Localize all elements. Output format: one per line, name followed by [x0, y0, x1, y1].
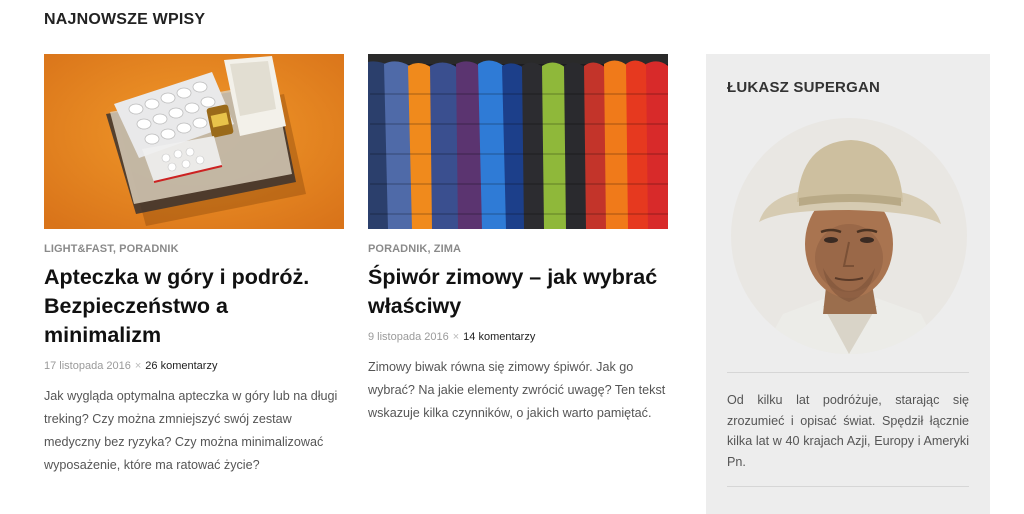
post-meta: 17 listopada 2016 × 26 komentarzy	[44, 360, 344, 372]
author-avatar	[731, 118, 967, 354]
author-bio: Od kilku lat podróżuje, starając się zro…	[727, 393, 969, 469]
meta-separator: ×	[452, 331, 460, 343]
sidebar-divider	[727, 372, 969, 373]
post-date: 9 listopada 2016	[368, 331, 449, 343]
post-excerpt: Jak wygląda optymalna apteczka w góry lu…	[44, 389, 338, 472]
down-jackets-image	[368, 54, 668, 229]
meta-separator: ×	[134, 360, 142, 372]
author-name: ŁUKASZ SUPERGAN	[727, 79, 881, 96]
post-card: LIGHT&FAST, PORADNIK Apteczka w góry i p…	[44, 54, 344, 477]
author-portrait-image	[731, 118, 967, 354]
post-thumbnail-link[interactable]	[44, 54, 344, 229]
post-title[interactable]: Śpiwór zimowy – jak wybrać właściwy	[368, 263, 668, 321]
first-aid-kit-image	[44, 54, 344, 229]
sidebar-divider	[727, 486, 969, 487]
post-date: 17 listopada 2016	[44, 360, 131, 372]
post-meta: 9 listopada 2016 × 14 komentarzy	[368, 331, 668, 343]
category-link[interactable]: PORADNIK	[119, 243, 178, 255]
section-title: NAJNOWSZE WPISY	[44, 11, 206, 28]
post-card: PORADNIK, ZIMA Śpiwór zimowy – jak wybra…	[368, 54, 668, 425]
comments-link[interactable]: 26 komentarzy	[145, 360, 217, 372]
category-link[interactable]: ZIMA	[434, 243, 461, 255]
post-title[interactable]: Apteczka w góry i podróż. Bezpieczeństwo…	[44, 263, 344, 350]
post-excerpt: Zimowy biwak równa się zimowy śpiwór. Ja…	[368, 360, 666, 420]
category-link[interactable]: PORADNIK	[368, 243, 427, 255]
comments-link[interactable]: 14 komentarzy	[463, 331, 535, 343]
author-sidebar: ŁUKASZ SUPERGAN Od kilku lat podróżuje, …	[706, 54, 990, 514]
post-thumbnail-link[interactable]	[368, 54, 668, 229]
post-categories: PORADNIK, ZIMA	[368, 243, 668, 255]
category-link[interactable]: LIGHT&FAST	[44, 243, 113, 255]
post-categories: LIGHT&FAST, PORADNIK	[44, 243, 344, 255]
